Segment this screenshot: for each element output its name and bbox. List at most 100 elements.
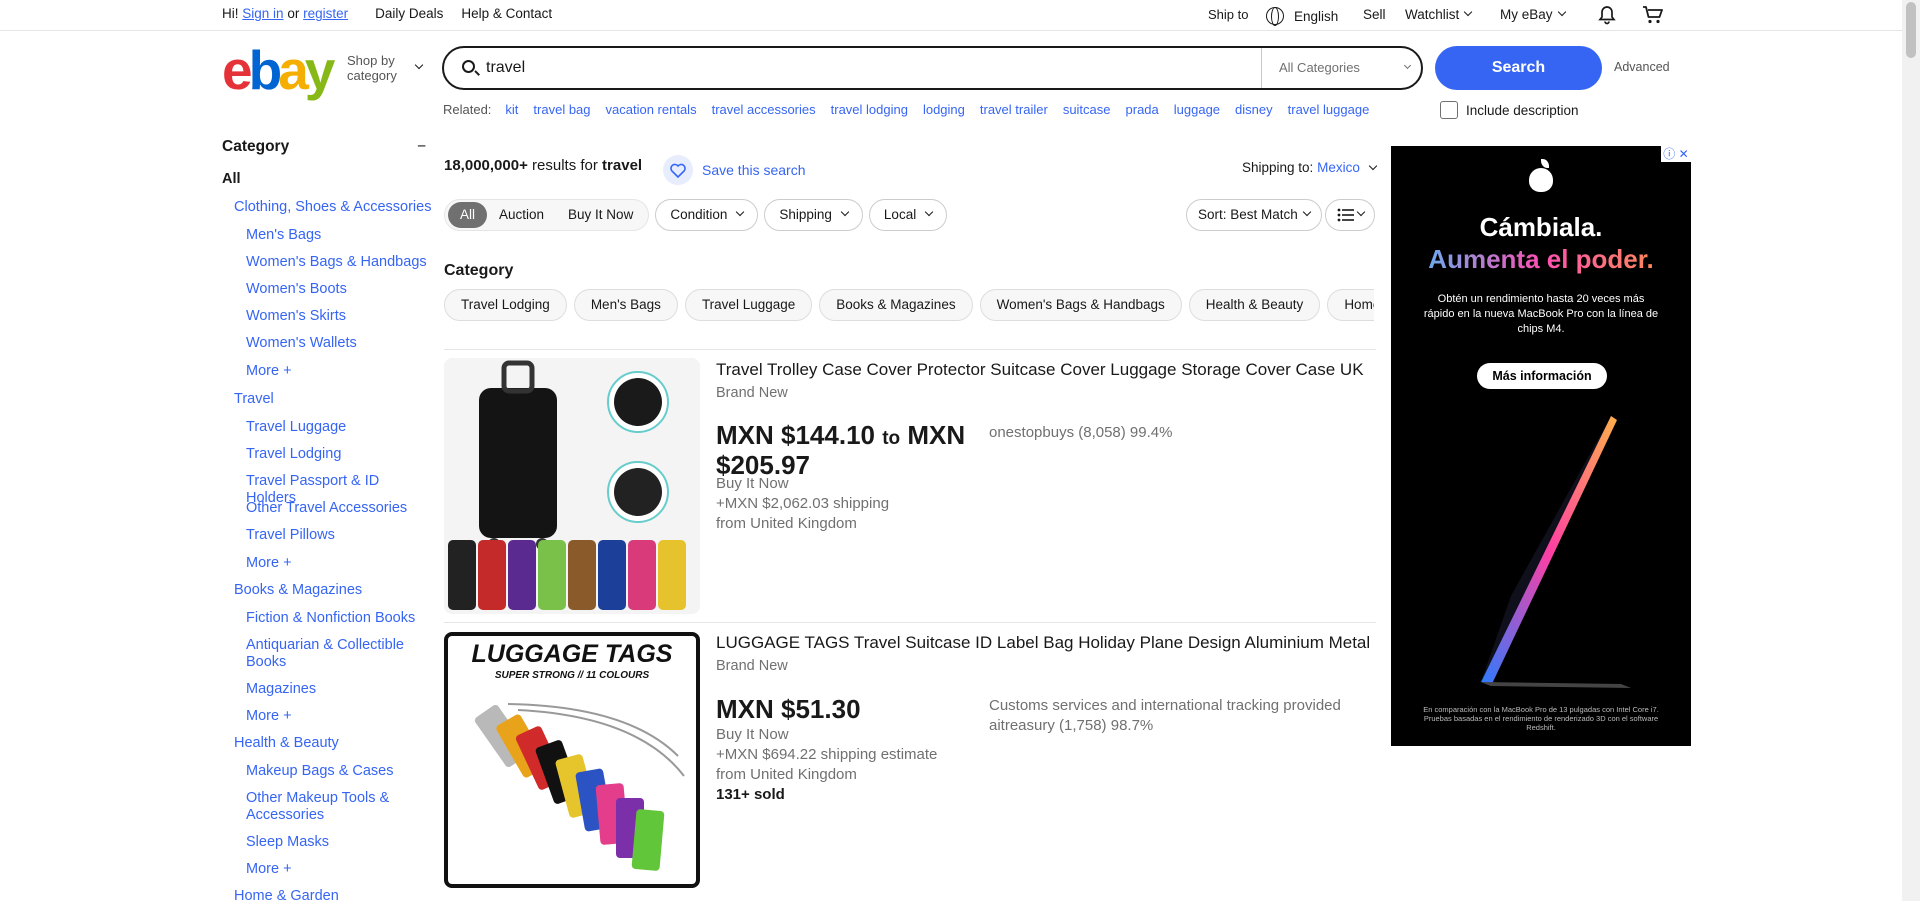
sell-link[interactable]: Sell [1363,7,1386,22]
local-filter[interactable]: Local [868,199,948,231]
sidebar-item[interactable]: Women's Bags & Handbags [246,254,427,271]
related-link[interactable]: disney [1235,102,1273,117]
related-link[interactable]: kit [505,102,518,117]
collapse-icon[interactable]: − [417,138,426,156]
page-scrollbar[interactable] [1902,0,1920,901]
related-link[interactable]: travel accessories [712,102,816,117]
related-link[interactable]: travel trailer [980,102,1048,117]
sidebar-item-cont[interactable]: Books [246,654,286,671]
apple-logo-icon [1529,159,1553,192]
save-search-button[interactable]: Save this search [663,155,806,185]
format-auction[interactable]: Auction [487,202,556,228]
ship-to-link[interactable]: Ship to [1208,7,1248,22]
shop-by-category-button[interactable]: Shop by category [347,53,424,83]
related-link[interactable]: travel luggage [1288,102,1370,117]
related-link[interactable]: lodging [923,102,965,117]
sidebar-item[interactable]: Fiction & Nonfiction Books [246,610,415,627]
sidebar-item[interactable]: Women's Skirts [246,308,346,325]
sidebar-more[interactable]: More + [246,708,292,725]
listing-price: MXN $144.10 to MXN $205.97 [716,422,966,478]
sidebar-item[interactable]: Home & Garden [234,888,339,905]
category-pill[interactable]: Travel Lodging [444,289,567,321]
sidebar-item[interactable]: Travel [234,391,274,408]
cart-button[interactable] [1642,5,1664,25]
condition-filter[interactable]: Condition [655,199,759,231]
my-ebay-menu[interactable]: My eBay [1500,7,1566,22]
sidebar-item[interactable]: Books & Magazines [234,582,362,599]
buying-format-toggle: All Auction Buy It Now [444,199,650,231]
sidebar-item[interactable]: Health & Beauty [234,735,339,752]
sidebar-item[interactable]: Travel Lodging [246,446,341,463]
register-link[interactable]: register [303,6,348,21]
logo-letter: b [248,39,283,101]
checkbox[interactable] [1440,101,1458,119]
format-buy-it-now[interactable]: Buy It Now [556,202,645,228]
daily-deals-link[interactable]: Daily Deals [375,6,443,21]
sidebar-item[interactable]: Women's Wallets [246,335,357,352]
notifications-button[interactable] [1597,5,1617,25]
sidebar-item-all[interactable]: All [222,171,241,188]
advertisement-banner[interactable]: ⓘ ✕ Cámbiala. Aumenta el poder. Obtén un… [1391,146,1691,746]
category-select[interactable]: All Categories [1261,48,1421,88]
listing-image[interactable] [444,358,700,614]
my-ebay-label: My eBay [1500,7,1553,22]
related-link[interactable]: luggage [1174,102,1220,117]
list-view-icon [1337,208,1354,222]
category-pill[interactable]: Men's Bags [573,289,678,321]
shipping-to-selector[interactable]: Shipping to: Mexico [1242,160,1377,175]
sidebar-more[interactable]: More + [246,861,292,878]
sidebar-item[interactable]: Magazines [246,681,316,698]
sign-in-link[interactable]: Sign in [242,6,283,21]
seller-note: Customs services and international track… [989,697,1341,714]
shipping-filter[interactable]: Shipping [764,199,863,231]
related-link[interactable]: travel bag [533,102,590,117]
sidebar-item[interactable]: Women's Boots [246,281,347,298]
format-all[interactable]: All [448,202,488,228]
logo-letter: y [304,39,336,101]
listing-image[interactable]: LUGGAGE TAGS SUPER STRONG // 11 COLOURS [444,632,700,888]
search-input[interactable]: travel [486,59,525,77]
category-pill[interactable]: Women's Bags & Handbags [979,289,1182,321]
sidebar-item-cont[interactable]: Accessories [246,807,324,824]
category-pill[interactable]: Books & Magazines [819,289,973,321]
sidebar-item[interactable]: Makeup Bags & Cases [246,763,394,780]
category-pill[interactable]: Home & Garden [1327,289,1374,321]
category-pill[interactable]: Travel Luggage [684,289,813,321]
sidebar-item[interactable]: Other Travel Accessories [246,500,407,517]
include-description-checkbox[interactable]: Include description [1440,101,1579,119]
chevron-down-icon [840,207,850,217]
search-button[interactable]: Search [1435,46,1602,90]
sidebar-header[interactable]: Category − [222,138,432,156]
sidebar-more[interactable]: More + [246,363,292,380]
ad-headline-2: Aumenta el poder. [1391,244,1691,275]
language-selector[interactable]: English [1266,7,1338,26]
sidebar-item[interactable]: Travel Luggage [246,419,346,436]
ebay-logo[interactable]: ebay [222,43,335,98]
ad-choices-icon[interactable]: ⓘ ✕ [1661,146,1691,162]
help-contact-link[interactable]: Help & Contact [461,6,552,21]
scrollbar-thumb[interactable] [1906,2,1916,58]
image-headline: LUGGAGE TAGS [471,640,673,668]
sort-dropdown[interactable]: Sort: Best Match [1186,199,1322,231]
chevron-down-icon [1464,7,1473,16]
category-pill[interactable]: Health & Beauty [1188,289,1321,321]
sidebar-item[interactable]: Clothing, Shoes & Accessories [234,199,431,216]
watchlist-menu[interactable]: Watchlist [1405,7,1473,22]
sidebar-item[interactable]: Sleep Masks [246,834,329,851]
sidebar-item[interactable]: Men's Bags [246,227,321,244]
listing-title[interactable]: LUGGAGE TAGS Travel Suitcase ID Label Ba… [716,633,1370,653]
related-link[interactable]: vacation rentals [606,102,697,117]
listing-title[interactable]: Travel Trolley Case Cover Protector Suit… [716,360,1364,380]
advanced-search-link[interactable]: Advanced [1614,60,1670,74]
related-link[interactable]: suitcase [1063,102,1111,117]
ad-cta-button[interactable]: Más información [1477,363,1607,389]
sidebar-more[interactable]: More + [246,555,292,572]
related-link[interactable]: prada [1126,102,1159,117]
sidebar-item[interactable]: Other Makeup Tools & [246,790,389,807]
sidebar-item[interactable]: Travel Pillows [246,527,335,544]
related-link[interactable]: travel lodging [831,102,908,117]
category-sidebar: Category − All Clothing, Shoes & Accesso… [222,138,432,904]
listing-meta: Buy It Now +MXN $694.22 shipping estimat… [716,725,937,805]
view-toggle[interactable] [1325,199,1375,231]
sidebar-item[interactable]: Antiquarian & Collectible [246,637,404,654]
